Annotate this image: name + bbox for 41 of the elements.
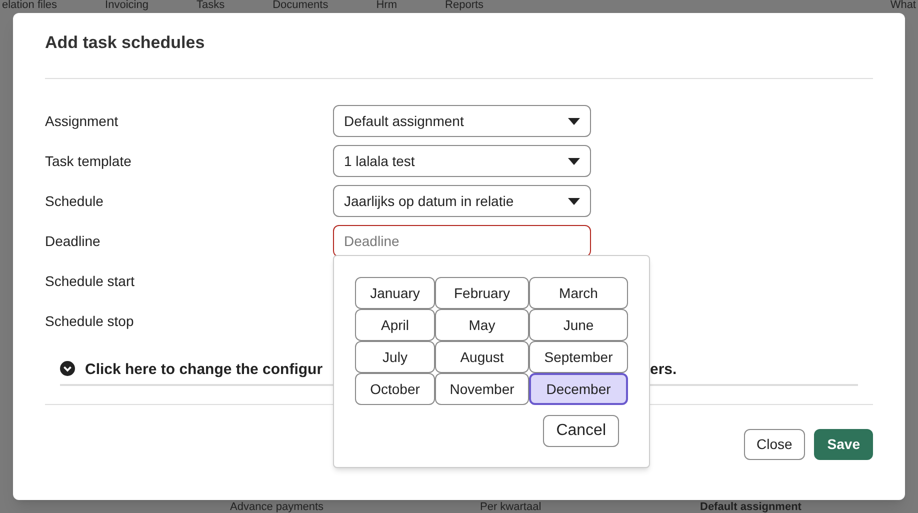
select-field[interactable]: Jaarlijks op datum in relatie [333,185,591,217]
field-label: Schedule [45,192,104,210]
chevron-down-icon[interactable] [60,361,75,376]
close-button[interactable]: Close [744,429,806,460]
field-label: Task template [45,152,132,171]
caret-icon [568,158,580,164]
nav-tab[interactable]: Reports [445,0,484,11]
table-cell-text: Per kwartaal [480,502,542,513]
nav-tab[interactable]: Hrm [376,0,398,11]
field-label: Deadline [45,232,102,250]
nav-tab[interactable]: Tasks [196,0,225,11]
field-label: Assignment [45,112,120,131]
month-button[interactable]: November [435,373,529,405]
table-cell-text: Default assignment [700,502,802,513]
cancel-button[interactable]: Cancel [543,415,619,447]
month-button[interactable]: March [529,277,628,309]
month-button[interactable]: July [355,341,435,373]
save-button[interactable]: Save [814,429,873,460]
select-field[interactable]: Default assignment [333,105,591,137]
field-label: Schedule stop [45,312,135,331]
config-toggle-link[interactable]: Click here to change the configur [85,359,323,382]
dialog-title: Add task schedules [45,32,206,54]
month-button[interactable]: September [529,341,628,373]
select-field[interactable]: 1 lalala test [333,145,591,177]
config-toggle-link[interactable]: ers. [650,359,677,382]
month-button[interactable]: October [355,373,435,405]
nav-tab[interactable]: elation files [2,0,58,11]
month-button[interactable]: January [355,277,435,309]
caret-icon [568,198,580,204]
month-button[interactable]: December [529,373,628,405]
nav-tab[interactable]: What [890,0,916,11]
month-button[interactable]: April [355,309,435,341]
field-label: Schedule start [45,272,136,290]
month-button[interactable]: August [435,341,529,373]
nav-tab[interactable]: Documents [272,0,328,11]
month-button[interactable]: February [435,277,529,309]
month-button[interactable]: May [435,309,529,341]
month-button[interactable]: June [529,309,628,341]
table-cell-text: Advance payments [230,502,325,513]
caret-icon [568,118,580,124]
nav-tab[interactable]: Invoicing [105,0,148,11]
